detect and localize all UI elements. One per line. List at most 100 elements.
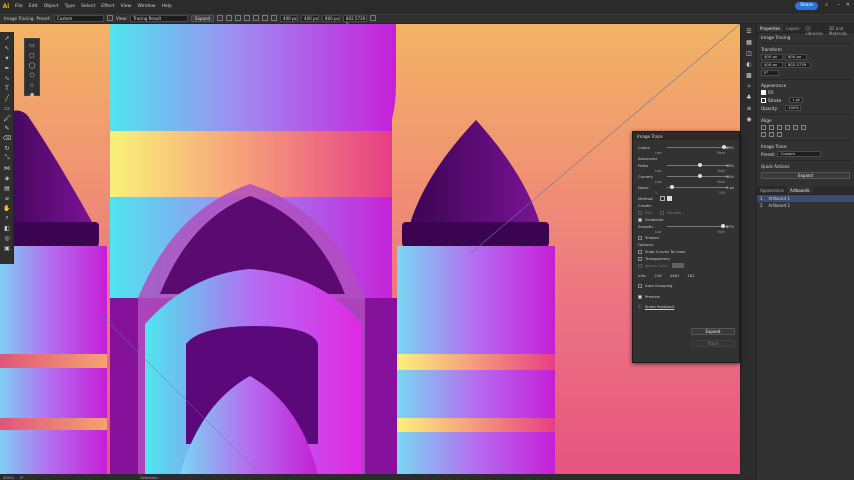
pencil-tool-icon[interactable]: ✎ [2, 124, 12, 132]
transform-x-field[interactable]: 400 px [761, 54, 783, 60]
curvature-tool-icon[interactable]: ∿ [2, 74, 12, 82]
smooth-slider-knob[interactable] [720, 224, 725, 228]
noise-slider[interactable] [667, 185, 729, 189]
fill-swatch[interactable] [761, 90, 766, 95]
align-bottom-icon[interactable] [262, 15, 269, 21]
magic-wand-icon[interactable]: ✦ [2, 54, 12, 62]
fills-checkbox[interactable] [638, 210, 642, 215]
shape-builder-icon[interactable]: ◈ [2, 174, 12, 182]
align-top-icon[interactable] [244, 15, 251, 21]
trace-panel-icon[interactable] [106, 15, 113, 21]
rotation-value[interactable]: 0° [20, 475, 24, 480]
align-right-icon[interactable] [777, 125, 782, 130]
artboard-row[interactable]: 2 Artboard 2 [757, 202, 854, 209]
align-right-icon[interactable] [235, 15, 242, 21]
noise-slider-knob[interactable] [670, 185, 675, 189]
selection-tool-icon[interactable]: ➚ [2, 34, 12, 42]
align-hcenter-icon[interactable] [769, 125, 774, 130]
image-trace-icon[interactable]: ◉ [744, 115, 754, 123]
paintbrush-tool-icon[interactable]: 🖌 [2, 114, 12, 122]
gradients-checkbox[interactable] [638, 217, 642, 222]
transform-h-field[interactable]: 802.5739 [785, 62, 811, 68]
h-field[interactable]: 802.5739 p [343, 14, 368, 26]
preview-checkbox[interactable] [638, 294, 642, 299]
hand-tool-icon[interactable]: ✋ [2, 204, 12, 212]
trace-button[interactable]: Trace [691, 340, 735, 347]
star-icon[interactable]: ☆ [26, 81, 38, 89]
align-bottom-icon[interactable] [801, 125, 806, 130]
snap-curves-checkbox[interactable] [638, 249, 642, 254]
share-feedback-link[interactable]: Share feedback [645, 304, 675, 309]
colors-value[interactable]: 89% [726, 146, 734, 150]
smooth-value[interactable]: 87% [726, 225, 734, 229]
close-icon[interactable]: ✕ [846, 2, 850, 8]
w-field[interactable]: 800 px [322, 14, 341, 22]
stroke-icon[interactable]: ≡ [744, 104, 754, 112]
smooth-slider[interactable] [667, 224, 729, 228]
align-left-icon[interactable] [217, 15, 224, 21]
scale-tool-icon[interactable]: ⤡ [2, 154, 12, 162]
auto-grouping-checkbox[interactable] [638, 283, 642, 288]
reference-point-icon[interactable] [271, 15, 278, 21]
corners-slider[interactable] [667, 174, 729, 178]
share-button[interactable]: Share [795, 2, 818, 10]
menu-help[interactable]: Help [162, 4, 172, 9]
transform-w-field[interactable]: 800 px [785, 54, 807, 60]
colors-slider[interactable] [667, 145, 729, 149]
noise-value[interactable]: 5 px [726, 186, 734, 190]
paths-slider[interactable] [667, 163, 729, 167]
gradient-tool-icon[interactable]: ▤ [2, 184, 12, 192]
menu-view[interactable]: View [121, 4, 132, 9]
direct-selection-tool-icon[interactable]: ↖ [2, 44, 12, 52]
libraries-icon[interactable]: ◫ [744, 49, 754, 57]
properties-expand-button[interactable]: Expand [761, 172, 850, 179]
transform-icon[interactable] [370, 15, 377, 21]
rotate-tool-icon[interactable]: ↻ [2, 144, 12, 152]
expand-button[interactable]: Expand [191, 14, 215, 22]
menu-type[interactable]: Type [65, 4, 76, 9]
fill-stroke-icon[interactable]: ◧ [2, 224, 12, 232]
method-abutting-icon[interactable] [659, 196, 665, 201]
tab-properties[interactable]: Properties [757, 24, 784, 32]
tab-cc-libraries[interactable]: CC Libraries [802, 24, 825, 36]
view-select[interactable]: Tracing Result [130, 14, 189, 22]
width-tool-icon[interactable]: ⋈ [2, 164, 12, 172]
distribute-top-icon[interactable] [761, 132, 766, 137]
search-icon[interactable]: ⌕ [825, 2, 828, 8]
menu-effect[interactable]: Effect [101, 4, 114, 9]
transform-y-field[interactable]: 400 px [761, 62, 783, 68]
polygon-icon[interactable]: ⬡ [26, 71, 38, 79]
transparency-checkbox[interactable] [638, 256, 642, 261]
distribute-vcenter-icon[interactable] [769, 132, 774, 137]
properties-icon[interactable]: ☰ [744, 27, 754, 35]
menu-edit[interactable]: Edit [29, 4, 38, 9]
align-middle-icon[interactable] [253, 15, 260, 21]
rounded-rectangle-icon[interactable]: ▢ [26, 51, 38, 59]
type-tool-icon[interactable]: T [2, 84, 12, 92]
corners-slider-knob[interactable] [698, 174, 702, 178]
minimize-icon[interactable]: – [838, 2, 841, 8]
eyedropper-tool-icon[interactable]: ⌀ [2, 194, 12, 202]
tab-3d-materials[interactable]: 3D and Materials [826, 24, 854, 36]
stroke-weight-field[interactable]: 1 pt [789, 97, 804, 103]
opacity-field[interactable]: 100% [785, 105, 802, 111]
rotate-field[interactable]: 0° [761, 70, 779, 76]
shapes-checkbox[interactable] [638, 235, 642, 240]
method-overlapping-icon[interactable] [666, 196, 672, 201]
eraser-tool-icon[interactable]: ⌫ [2, 134, 12, 142]
pen-tool-icon[interactable]: ✒ [2, 64, 12, 72]
flare-icon[interactable]: ✺ [26, 91, 38, 99]
line-tool-icon[interactable]: ╱ [2, 94, 12, 102]
color-icon[interactable]: ◐ [744, 60, 754, 68]
canvas[interactable] [0, 24, 740, 474]
trace-preset-select[interactable]: Custom [777, 151, 822, 157]
menu-object[interactable]: Object [44, 4, 59, 9]
tab-layers[interactable]: Layers [783, 24, 802, 32]
layers-icon[interactable]: ▦ [744, 38, 754, 46]
corners-value[interactable]: 50% [726, 175, 734, 179]
trace-expand-button[interactable]: Expand [691, 328, 735, 335]
menu-window[interactable]: Window [137, 4, 155, 9]
preset-select[interactable]: Custom [53, 14, 104, 22]
ellipse-icon[interactable]: ◯ [26, 61, 38, 69]
zoom-level[interactable]: 400% [3, 475, 14, 480]
